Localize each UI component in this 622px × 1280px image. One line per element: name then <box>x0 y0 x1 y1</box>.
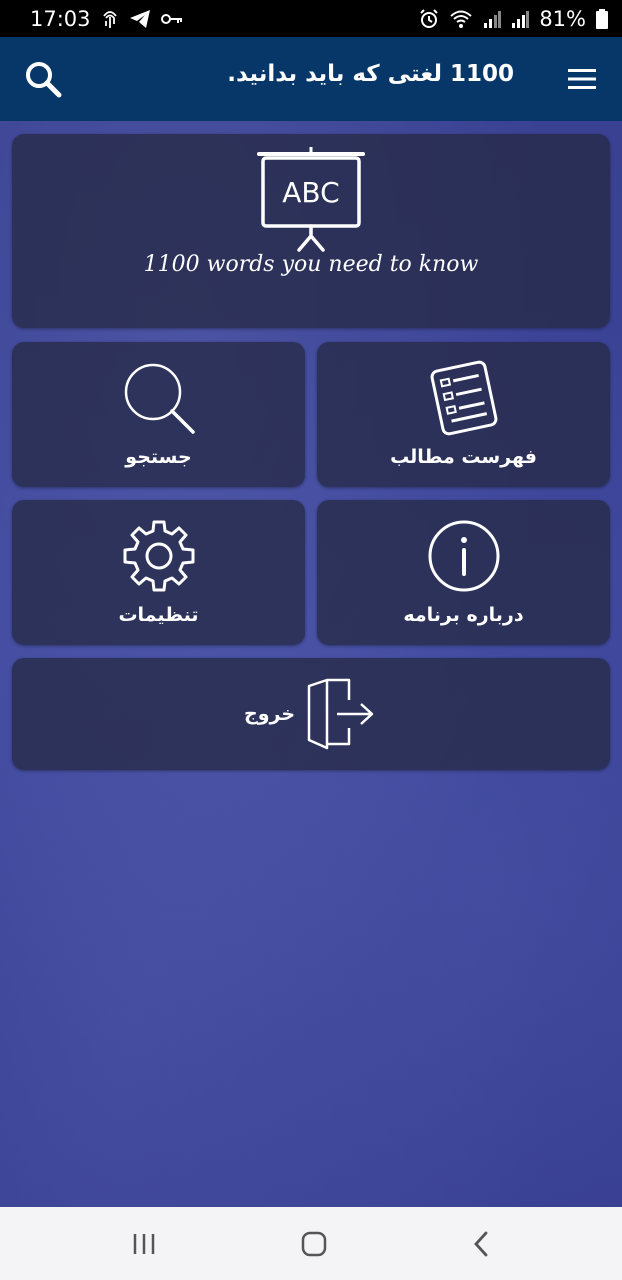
hamburger-menu-icon[interactable] <box>566 67 598 91</box>
exit-label: خروج <box>244 703 296 725</box>
banner-caption: 1100 words you need to know <box>143 252 479 277</box>
app-bar: 1100 لغتی که باید بدانید. <box>0 37 622 121</box>
navigation-bar <box>0 1207 622 1280</box>
home-icon[interactable] <box>300 1230 328 1258</box>
recents-icon[interactable] <box>131 1232 157 1256</box>
search-icon[interactable] <box>24 60 62 98</box>
gear-icon <box>121 518 197 598</box>
alarm-icon <box>419 8 439 29</box>
status-time: 17:03 <box>30 6 91 31</box>
search-label: جستجو <box>125 446 192 468</box>
about-label: درباره برنامه <box>403 604 524 626</box>
settings-tile[interactable]: تنظیمات <box>12 500 305 645</box>
chalkboard-background: ABC 1100 words you need to know فهرست مط <box>0 121 622 1207</box>
board-text: ABC <box>282 176 339 209</box>
search-tile[interactable]: جستجو <box>12 342 305 487</box>
battery-icon <box>596 8 608 29</box>
key-icon <box>160 12 183 26</box>
exit-door-icon <box>305 676 377 752</box>
presentation-board-icon: ABC <box>255 146 367 260</box>
battery-percent: 81% <box>539 6 586 31</box>
signal-icon <box>511 10 530 28</box>
status-bar: 17:03 81% <box>0 0 622 37</box>
banner-tile[interactable]: ABC 1100 words you need to know <box>12 134 610 328</box>
list-document-icon <box>427 360 501 440</box>
telegram-icon <box>129 9 151 29</box>
fingerprint-icon <box>101 8 119 30</box>
wifi-icon <box>449 9 473 29</box>
signal-icon <box>483 10 502 28</box>
table-of-contents-tile[interactable]: فهرست مطالب <box>317 342 610 487</box>
about-tile[interactable]: درباره برنامه <box>317 500 610 645</box>
status-bar-left: 17:03 <box>30 7 183 31</box>
table-of-contents-label: فهرست مطالب <box>390 446 537 468</box>
magnifier-icon <box>121 360 197 440</box>
back-icon[interactable] <box>471 1230 491 1258</box>
settings-label: تنظیمات <box>118 604 199 626</box>
app-title: 1100 لغتی که باید بدانید. <box>227 61 514 87</box>
exit-content: خروج <box>244 676 377 752</box>
exit-tile[interactable]: خروج <box>12 658 610 770</box>
status-bar-right: 81% <box>419 7 608 31</box>
info-icon <box>426 518 502 598</box>
